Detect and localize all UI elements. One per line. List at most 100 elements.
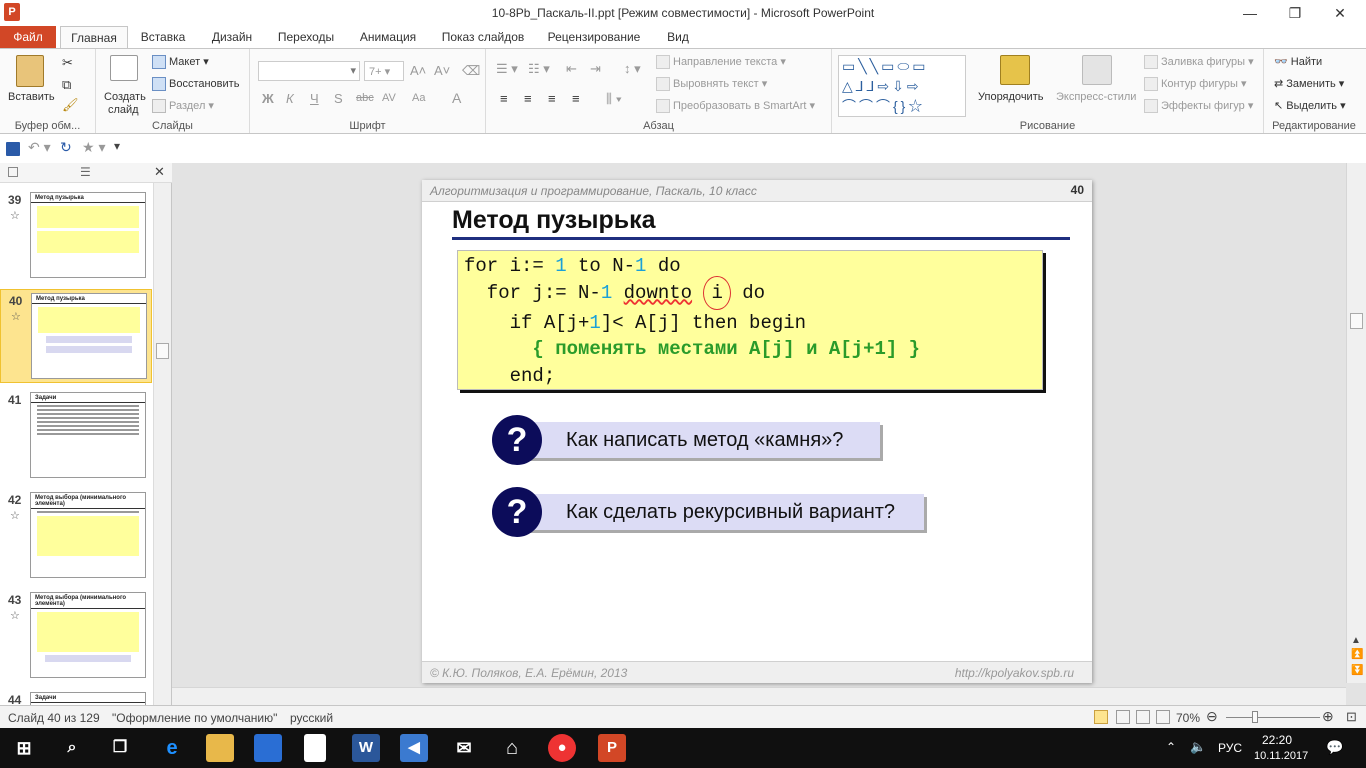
paste-button[interactable]: Вставить <box>8 91 55 103</box>
redo-icon[interactable]: ↻ <box>60 139 72 156</box>
zoom-level[interactable]: 70% <box>1176 711 1200 725</box>
tab-home[interactable]: Главная <box>60 26 128 48</box>
previous-slide-icon[interactable]: ⏫ <box>1351 649 1363 660</box>
store-icon[interactable] <box>254 734 282 762</box>
save-icon[interactable] <box>6 142 20 156</box>
tab-insert[interactable]: Вставка <box>134 26 192 48</box>
justify-icon[interactable]: ≡ <box>572 91 580 106</box>
slide-title[interactable]: Метод пузырька <box>452 206 656 235</box>
tray-chevron-icon[interactable]: ⌃ <box>1166 740 1176 754</box>
align-text-button[interactable]: Выровнять текст ▾ <box>656 77 767 92</box>
font-size-select[interactable]: 7+ ▾ <box>364 61 404 81</box>
normal-view-icon[interactable] <box>1094 710 1108 724</box>
clock-time[interactable]: 22:20 <box>1262 733 1292 747</box>
close-button[interactable]: ✕ <box>1320 2 1360 24</box>
home-icon[interactable]: ⌂ <box>498 734 526 762</box>
customize-qat-icon[interactable]: ▾ <box>114 139 120 153</box>
zoom-slider[interactable] <box>1226 717 1320 718</box>
clear-format-icon[interactable]: ⌫ <box>462 63 480 79</box>
pane-close-icon[interactable]: ✕ <box>154 164 165 180</box>
document-icon[interactable] <box>304 734 326 762</box>
question-box-2[interactable]: Как сделать рекурсивный вариант? <box>518 494 924 530</box>
file-explorer-icon[interactable] <box>206 734 234 762</box>
text-direction-button[interactable]: Направление текста ▾ <box>656 55 786 70</box>
layout-button[interactable]: Макет ▾ <box>152 55 209 70</box>
tab-file[interactable]: Файл <box>0 26 56 48</box>
scroll-up-icon[interactable]: ▲ <box>1351 635 1361 646</box>
scroll-thumb[interactable] <box>1350 313 1363 329</box>
smartart-button[interactable]: Преобразовать в SmartArt ▾ <box>656 99 815 114</box>
tab-animation[interactable]: Анимация <box>352 26 424 48</box>
powerpoint-taskbar-icon[interactable]: P <box>598 734 626 762</box>
format-painter-icon[interactable]: 🖌 <box>62 97 79 113</box>
section-button[interactable]: Раздел ▾ <box>152 99 214 114</box>
increase-indent-icon[interactable]: ⇥ <box>590 61 601 77</box>
star-icon[interactable]: ★ ▾ <box>82 139 105 156</box>
thumbnail-39[interactable]: 39 ☆ Метод пузырька <box>0 189 152 283</box>
font-name-select[interactable]: ▾ <box>258 61 360 81</box>
align-left-icon[interactable]: ≡ <box>500 91 508 106</box>
font-color-button[interactable]: A <box>452 90 461 106</box>
strikethrough-button[interactable]: abc <box>356 92 374 104</box>
new-slide-button[interactable]: Создать <box>104 91 146 103</box>
thumbnail-42[interactable]: 42 ☆ Метод выбора (минимального элемента… <box>0 489 152 583</box>
undo-icon[interactable]: ↶ ▾ <box>28 139 51 156</box>
sorter-view-icon[interactable] <box>1116 710 1130 724</box>
media-player-icon[interactable]: ◀ <box>400 734 428 762</box>
shadow-button[interactable]: S <box>334 91 343 106</box>
numbering-icon[interactable]: ☷ ▾ <box>528 61 550 77</box>
outline-tab-icon[interactable]: ☰ <box>80 165 91 179</box>
thumbnail-44[interactable]: 44 Задачи <box>0 689 152 705</box>
input-language[interactable]: РУС <box>1218 741 1242 755</box>
chrome-icon[interactable]: ● <box>548 734 576 762</box>
scroll-thumb[interactable] <box>156 343 169 359</box>
thumbnail-41[interactable]: 41 Задачи <box>0 389 152 483</box>
next-slide-icon[interactable]: ⏬ <box>1351 665 1363 676</box>
editor-horizontal-scrollbar[interactable] <box>172 687 1346 705</box>
decrease-indent-icon[interactable]: ⇤ <box>566 61 577 77</box>
replace-button[interactable]: ⇄ Заменить ▾ <box>1274 77 1344 90</box>
slide-canvas[interactable]: Алгоритмизация и программирование, Паска… <box>422 180 1092 683</box>
bold-button[interactable]: Ж <box>262 91 274 106</box>
fit-slide-icon[interactable]: ⊡ <box>1346 709 1357 725</box>
new-slide-button-line2[interactable]: слайд <box>108 104 139 116</box>
shape-outline-button[interactable]: Контур фигуры ▾ <box>1144 77 1247 92</box>
shape-effects-button[interactable]: Эффекты фигур ▾ <box>1144 99 1253 114</box>
bullets-icon[interactable]: ☰ ▾ <box>496 61 518 77</box>
shrink-font-icon[interactable]: A˅ <box>434 63 450 78</box>
clock-date[interactable]: 10.11.2017 <box>1254 750 1308 762</box>
underline-button[interactable]: Ч <box>310 91 319 106</box>
edge-browser-icon[interactable]: e <box>158 734 186 762</box>
zoom-in-icon[interactable]: ⊕ <box>1322 708 1334 725</box>
line-spacing-icon[interactable]: ↕ ▾ <box>624 61 641 77</box>
reading-view-icon[interactable] <box>1136 710 1150 724</box>
quick-styles-button[interactable]: Экспресс-стили <box>1056 91 1136 103</box>
minimize-button[interactable]: — <box>1230 2 1270 24</box>
zoom-out-icon[interactable]: ⊖ <box>1206 708 1218 725</box>
thumbnail-43[interactable]: 43 ☆ Метод выбора (минимального элемента… <box>0 589 152 683</box>
align-center-icon[interactable]: ≡ <box>524 91 532 106</box>
cut-icon[interactable]: ✂ <box>62 55 73 71</box>
align-right-icon[interactable]: ≡ <box>548 91 556 106</box>
arrange-button[interactable]: Упорядочить <box>978 91 1043 103</box>
slides-pane-scrollbar[interactable] <box>153 183 171 705</box>
volume-icon[interactable]: 🔈 <box>1190 739 1206 755</box>
thumbnail-40[interactable]: 40 ☆ Метод пузырька <box>0 289 152 383</box>
notifications-icon[interactable]: 💬 <box>1326 739 1343 756</box>
slides-tab-icon[interactable] <box>8 167 18 177</box>
editor-vertical-scrollbar[interactable]: ▲ ⏫ ⏬ <box>1346 163 1366 683</box>
slideshow-view-icon[interactable] <box>1156 710 1170 724</box>
change-case-button[interactable]: Aa <box>412 92 425 104</box>
language-indicator[interactable]: русский <box>290 711 333 725</box>
columns-icon[interactable]: ⫼ ▾ <box>606 91 622 107</box>
tab-design[interactable]: Дизайн <box>202 26 262 48</box>
grow-font-icon[interactable]: A˄ <box>410 63 426 78</box>
mail-icon[interactable]: ✉ <box>450 734 478 762</box>
windows-start-icon[interactable]: ⊞ <box>10 734 38 762</box>
tab-transitions[interactable]: Переходы <box>272 26 340 48</box>
shape-fill-button[interactable]: Заливка фигуры ▾ <box>1144 55 1254 70</box>
find-button[interactable]: 👓 Найти <box>1274 55 1322 68</box>
tab-view[interactable]: Вид <box>660 26 696 48</box>
shapes-gallery[interactable]: ▭╲╲▭⬭▭ △⅃⅃⇨⇩⇨ ⌒⌒⌒{}☆ <box>838 55 966 117</box>
select-button[interactable]: ↖ Выделить ▾ <box>1274 99 1346 112</box>
